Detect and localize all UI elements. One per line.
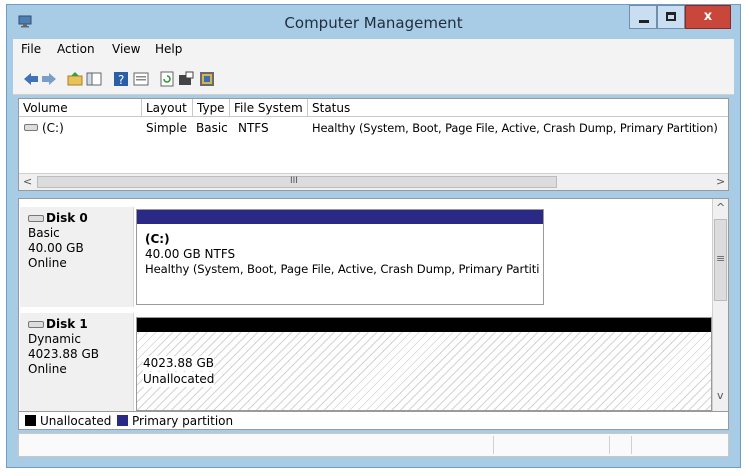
column-header-status[interactable]: Status — [308, 99, 728, 117]
disk-name: Disk 1 — [46, 317, 88, 331]
scroll-right-icon[interactable]: > — [716, 175, 725, 188]
properties-icon[interactable] — [133, 71, 149, 87]
partition-size: 40.00 GB NTFS — [145, 247, 236, 261]
maximize-button[interactable] — [657, 5, 685, 29]
horizontal-scrollbar[interactable]: < III > — [19, 173, 728, 190]
disk-0-info[interactable]: Disk 0 Basic 40.00 GB Online — [20, 207, 134, 307]
title-bar[interactable]: Computer Management x — [7, 5, 740, 39]
disk-size: 40.00 GB — [28, 241, 84, 255]
disk-map: Disk 0 Basic 40.00 GB Online (C:) 40.00 … — [18, 198, 729, 412]
cell-layout: Simple — [146, 121, 187, 135]
unallocated-size: 4023.88 GB — [143, 356, 214, 371]
status-divider — [631, 436, 632, 454]
primary-partition-bar — [137, 210, 543, 224]
drive-icon — [24, 124, 38, 131]
column-header-file-system[interactable]: File System — [230, 99, 308, 117]
svg-text:?: ? — [118, 73, 124, 87]
scrollbar-grip-icon: ≡ — [716, 252, 726, 265]
legend-primary: Primary partition — [132, 414, 234, 428]
cell-volume: (C:) — [42, 121, 64, 135]
disk-1-info[interactable]: Disk 1 Dynamic 4023.88 GB Online — [20, 313, 134, 411]
menu-action[interactable]: Action — [57, 42, 95, 56]
cell-type: Basic — [196, 121, 228, 135]
partition-status: Healthy (System, Boot, Page File, Active… — [145, 262, 540, 276]
scrollbar-thumb[interactable]: III — [37, 176, 557, 188]
partition-label: (C:) — [145, 232, 170, 246]
volume-list: Volume Layout Type File System Status (C… — [18, 98, 729, 191]
scroll-left-icon[interactable]: < — [23, 175, 32, 188]
maximize-icon — [666, 12, 676, 21]
cell-file-system: NTFS — [238, 121, 269, 135]
unallocated-status: Unallocated — [143, 372, 215, 387]
scrollbar-grip-icon: III — [290, 176, 298, 186]
export-list-icon[interactable] — [178, 71, 194, 87]
menu-file[interactable]: File — [21, 42, 41, 56]
disk-state: Online — [28, 256, 67, 270]
menu-view[interactable]: View — [112, 42, 140, 56]
vertical-scrollbar[interactable]: ^ ≡ v — [712, 199, 728, 411]
legend-unallocated: Unallocated — [40, 414, 112, 428]
scroll-down-icon[interactable]: v — [717, 389, 724, 402]
unallocated-bar — [137, 318, 711, 332]
unallocated-swatch — [25, 415, 36, 426]
help-icon[interactable]: ? — [113, 71, 129, 87]
forward-arrow-icon[interactable] — [41, 71, 57, 87]
primary-partition-swatch — [117, 415, 128, 426]
disk-type: Dynamic — [28, 332, 81, 346]
menu-help[interactable]: Help — [155, 42, 182, 56]
column-header-type[interactable]: Type — [193, 99, 230, 117]
partition-c[interactable]: (C:) 40.00 GB NTFS Healthy (System, Boot… — [136, 209, 544, 305]
back-arrow-icon[interactable] — [23, 71, 39, 87]
scroll-up-icon[interactable]: ^ — [716, 201, 725, 214]
close-icon: x — [703, 9, 713, 24]
legend: Unallocated Primary partition — [18, 412, 729, 430]
minimize-button[interactable] — [629, 5, 657, 29]
disk-size: 4023.88 GB — [28, 347, 99, 361]
disk-icon — [28, 321, 44, 328]
status-divider — [493, 436, 494, 454]
column-header-volume[interactable]: Volume — [19, 99, 142, 117]
disk-name: Disk 0 — [46, 211, 88, 225]
settings-icon[interactable] — [199, 71, 215, 87]
scrollbar-thumb[interactable]: ≡ — [714, 219, 727, 301]
status-divider — [609, 436, 610, 454]
show-hide-tree-icon[interactable] — [86, 71, 102, 87]
toolbar: ? — [13, 59, 734, 95]
unallocated-space[interactable]: 4023.88 GB Unallocated — [136, 317, 712, 411]
status-bar — [18, 433, 729, 457]
minimize-icon — [639, 20, 649, 23]
cell-status: Healthy (System, Boot, Page File, Active… — [312, 121, 718, 135]
disk-icon — [28, 215, 44, 222]
computer-management-window: Computer Management x File Action View H… — [6, 4, 741, 468]
up-folder-icon[interactable] — [67, 71, 83, 87]
disk-state: Online — [28, 362, 67, 376]
column-header-layout[interactable]: Layout — [142, 99, 193, 117]
close-button[interactable]: x — [685, 5, 731, 29]
disk-type: Basic — [28, 226, 60, 240]
menu-bar: File Action View Help — [13, 39, 734, 59]
refresh-icon[interactable] — [159, 71, 175, 87]
